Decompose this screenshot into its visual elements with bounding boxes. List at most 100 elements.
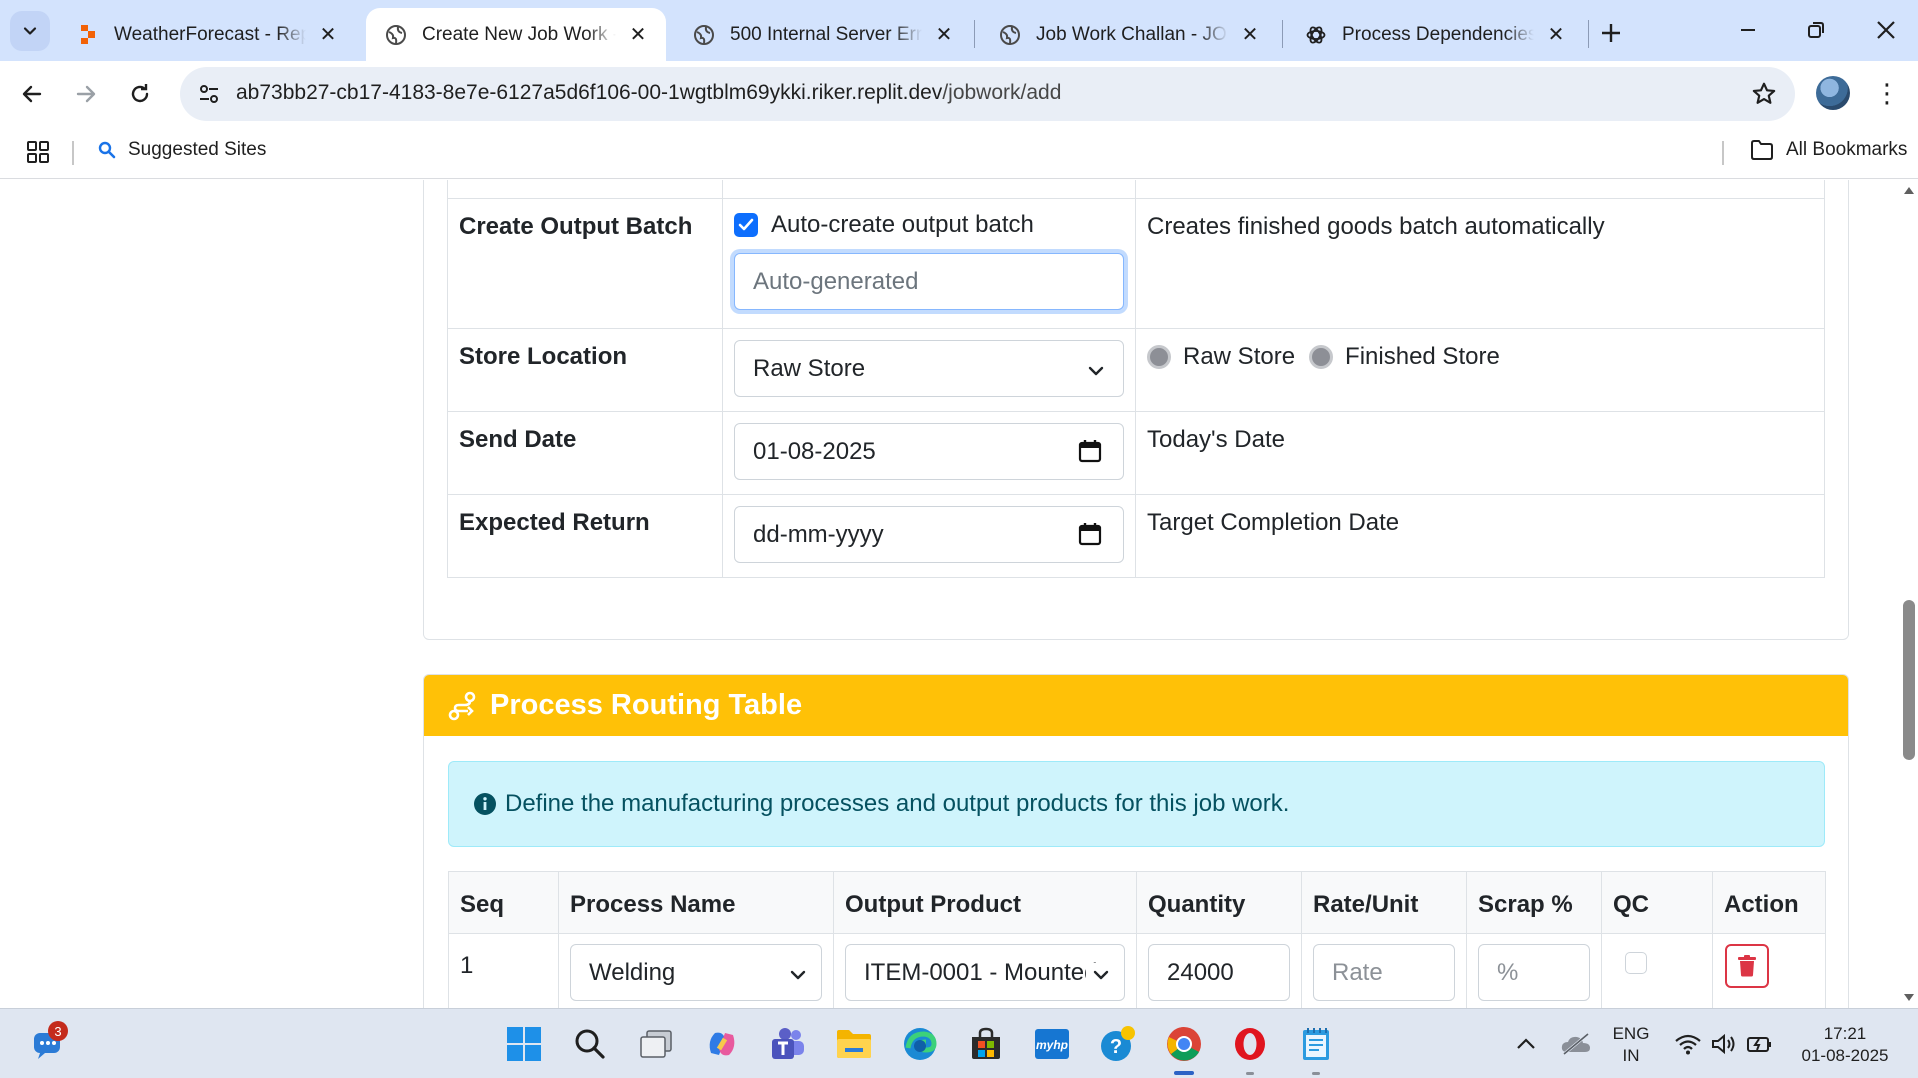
onedrive-icon[interactable] [1554, 1022, 1598, 1066]
page-scrollbar[interactable] [1900, 180, 1918, 1008]
new-tab-button[interactable] [1594, 16, 1628, 50]
apps-grid-icon[interactable] [26, 140, 50, 169]
auto-create-checkbox[interactable] [734, 213, 758, 237]
task-view-icon[interactable] [634, 1022, 678, 1066]
output-product-select[interactable]: ITEM-0001 - Mounted [845, 944, 1125, 1001]
output-batch-controls: Auto-create output batch [722, 198, 1136, 329]
close-icon[interactable]: ✕ [316, 23, 340, 47]
address-bar[interactable]: ab73bb27-cb17-4183-8e7e-6127a5d6f106-00-… [180, 67, 1795, 121]
table-row-partial [447, 180, 1825, 199]
microsoft-store-icon[interactable] [964, 1022, 1008, 1066]
tab-title: WeatherForecast - Replit [114, 23, 306, 45]
language-indicator[interactable]: ENG IN [1606, 1023, 1656, 1067]
clock[interactable]: 17:21 01-08-2025 [1790, 1023, 1900, 1067]
profile-avatar[interactable] [1816, 76, 1850, 110]
region-code: IN [1622, 1046, 1640, 1065]
minimize-button[interactable] [1718, 10, 1778, 50]
radio-finished-store[interactable] [1309, 345, 1334, 369]
quantity-input[interactable] [1148, 944, 1290, 1001]
language-code: ENG [1612, 1024, 1650, 1043]
process-routing-title: Process Routing Table [490, 689, 803, 721]
teams-icon[interactable] [766, 1022, 810, 1066]
delete-row-button[interactable] [1725, 944, 1769, 988]
chevron-up-icon[interactable] [1504, 1022, 1548, 1066]
close-window-button[interactable] [1856, 10, 1916, 50]
tab-search-button[interactable] [10, 11, 50, 51]
notepad-open-indicator [1312, 1072, 1320, 1075]
process-routing-table: Seq Process Name Output Product Quantity… [448, 871, 1826, 1008]
arrow-right-icon [76, 85, 96, 103]
quantity-cell [1136, 933, 1302, 1008]
site-info-icon[interactable] [194, 79, 224, 109]
row-store-location: Store Location Raw Store Raw Store Finis… [447, 328, 1825, 412]
search-icon [98, 141, 116, 159]
all-bookmarks-button[interactable]: All Bookmarks [1750, 139, 1907, 161]
trash-icon [1738, 955, 1756, 977]
close-icon[interactable]: ✕ [626, 23, 650, 47]
browser-toolbar: ab73bb27-cb17-4183-8e7e-6127a5d6f106-00-… [0, 61, 1918, 127]
send-date-input[interactable]: 01-08-2025 [734, 423, 1124, 480]
edge-icon[interactable] [898, 1022, 942, 1066]
bookmark-label: All Bookmarks [1786, 139, 1908, 160]
tab-title: 500 Internal Server Error [730, 23, 922, 45]
search-icon[interactable] [568, 1022, 612, 1066]
tab-title: Create New Job Work - F [422, 23, 616, 45]
back-button[interactable] [12, 74, 52, 114]
help-icon[interactable]: ? [1096, 1022, 1140, 1066]
output-batch-input[interactable] [734, 253, 1124, 310]
myhp-icon[interactable]: myhp [1030, 1022, 1074, 1066]
scroll-down-icon[interactable] [1904, 994, 1914, 1002]
send-date-value: 01-08-2025 [753, 437, 876, 465]
scrollbar-thumb[interactable] [1903, 600, 1915, 760]
radio-raw-store[interactable] [1147, 345, 1171, 369]
tab-title: Process Dependencies O [1342, 23, 1534, 45]
opera-icon[interactable] [1228, 1022, 1272, 1066]
calendar-icon[interactable] [1077, 521, 1103, 554]
forward-button[interactable] [66, 74, 106, 114]
auto-create-checkbox-row[interactable]: Auto-create output batch [734, 211, 1124, 239]
notepad-icon[interactable] [1294, 1022, 1338, 1066]
tab-divider [974, 20, 975, 48]
bookmark-star-icon[interactable] [1749, 79, 1779, 109]
windows-start-icon[interactable] [502, 1022, 546, 1066]
close-icon[interactable]: ✕ [932, 23, 956, 47]
tab-500-error[interactable]: 500 Internal Server Error ✕ [674, 8, 972, 61]
battery-icon[interactable] [1738, 1022, 1782, 1066]
tab-create-job-work[interactable]: Create New Job Work - F ✕ [366, 8, 666, 61]
bookmark-suggested-sites[interactable]: Suggested Sites [98, 139, 266, 161]
store-location-select[interactable]: Raw Store [734, 340, 1124, 397]
svg-text:myhp: myhp [1036, 1038, 1068, 1052]
send-date-hint: Today's Date [1135, 411, 1825, 495]
restore-button[interactable] [1786, 10, 1846, 50]
col-process-name: Process Name [558, 871, 834, 934]
calendar-icon[interactable] [1077, 438, 1103, 471]
store-location-selected: Raw Store [753, 354, 866, 382]
globe-icon [384, 23, 408, 47]
check-icon [738, 218, 754, 231]
tab-process-dependencies[interactable]: Process Dependencies O ✕ [1286, 8, 1584, 61]
chrome-icon[interactable] [1162, 1022, 1206, 1066]
tab-weatherforecast[interactable]: WeatherForecast - Replit ✕ [58, 8, 356, 61]
tab-title: Job Work Challan - JOB-2 [1036, 23, 1228, 45]
close-icon[interactable]: ✕ [1544, 23, 1568, 47]
process-select[interactable]: Welding [570, 944, 822, 1001]
tab-job-work-challan[interactable]: Job Work Challan - JOB-2 ✕ [980, 8, 1278, 61]
qc-checkbox[interactable] [1625, 952, 1647, 974]
output-product-cell: ITEM-0001 - Mounted [833, 933, 1137, 1008]
clock-time: 17:21 [1823, 1024, 1867, 1043]
radio-raw-store-label: Raw Store [1183, 343, 1296, 370]
chevron-down-icon [1086, 963, 1110, 991]
rate-input[interactable] [1313, 944, 1455, 1001]
notification-badge: 3 [48, 1021, 68, 1041]
scroll-up-icon[interactable] [1904, 186, 1914, 194]
close-icon[interactable]: ✕ [1238, 23, 1262, 47]
copilot-icon[interactable] [700, 1022, 744, 1066]
openai-icon [1304, 23, 1328, 47]
reload-button[interactable] [120, 74, 160, 114]
send-date-controls: 01-08-2025 [722, 411, 1136, 495]
chevron-down-icon [23, 27, 37, 35]
menu-kebab-icon[interactable]: ⋮ [1872, 76, 1902, 110]
expected-return-input[interactable]: dd-mm-yyyy [734, 506, 1124, 563]
file-explorer-icon[interactable] [832, 1022, 876, 1066]
scrap-input[interactable] [1478, 944, 1590, 1001]
